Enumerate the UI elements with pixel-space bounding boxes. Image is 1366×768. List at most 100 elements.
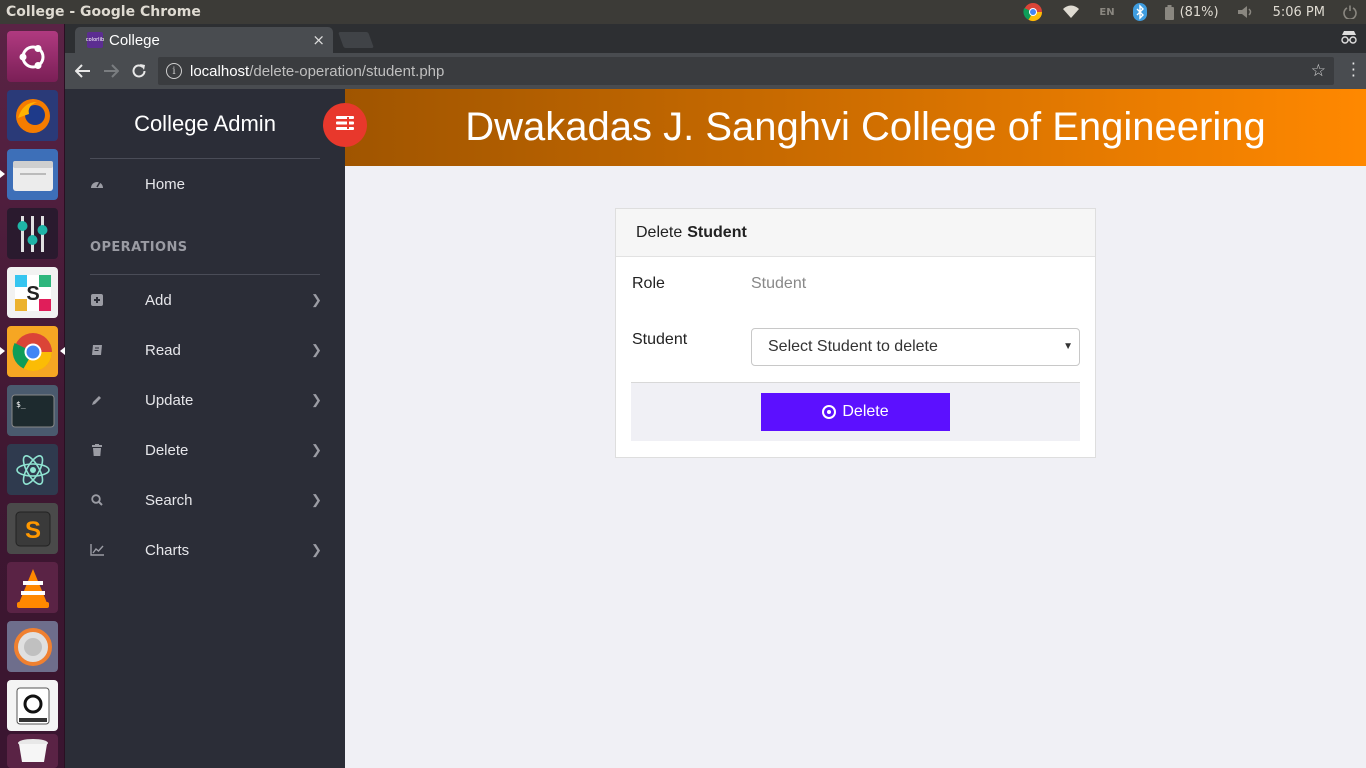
url-path: /delete-operation/student.php — [249, 62, 445, 80]
role-label: Role — [632, 275, 665, 292]
back-arrow-icon — [75, 64, 90, 78]
sidebar-section-title: OPERATIONS — [90, 240, 188, 255]
chrome-indicator-icon[interactable] — [1014, 0, 1052, 24]
forward-button[interactable] — [97, 57, 125, 85]
student-label: Student — [632, 331, 688, 348]
sidebar-toggle-button[interactable] — [323, 103, 367, 147]
chevron-right-icon: ❯ — [311, 342, 322, 357]
sidebar-divider — [90, 158, 320, 159]
trash-icon[interactable] — [7, 734, 58, 768]
sidebar-item-label: Add — [145, 291, 172, 309]
brand-title[interactable]: College Admin — [65, 111, 345, 137]
pencil-icon — [89, 392, 105, 408]
delete-student-card: Delete Student Role Student Student Sele… — [615, 208, 1096, 458]
address-url[interactable]: localhost/delete-operation/student.php — [190, 63, 444, 80]
chevron-right-icon: ❯ — [311, 442, 322, 457]
trash-icon — [89, 442, 105, 458]
book-icon — [89, 342, 105, 358]
slack-icon[interactable]: S — [7, 267, 58, 318]
window-title: College - Google Chrome — [6, 4, 201, 20]
browser-tab-strip: colorlib College × — [65, 24, 1366, 53]
dropdown-caret-icon: ▼ — [1063, 341, 1073, 352]
sidebar: College Admin Home OPERATIONS Add ❯ Read… — [65, 89, 345, 768]
vlc-icon[interactable] — [7, 562, 58, 613]
battery-percent: (81%) — [1179, 4, 1219, 20]
disk-icon[interactable] — [7, 680, 58, 731]
delete-button[interactable]: Delete — [761, 393, 950, 431]
bookmark-star-icon[interactable]: ☆ — [1311, 61, 1326, 81]
dashboard-icon — [89, 176, 105, 192]
page-viewport: College Admin Home OPERATIONS Add ❯ Read… — [65, 89, 1366, 768]
clock[interactable]: 5:06 PM — [1264, 0, 1334, 24]
reload-button[interactable] — [125, 57, 153, 85]
sidebar-item-read[interactable]: Read ❯ — [65, 330, 345, 370]
card-header: Delete Student — [616, 209, 1095, 257]
student-select[interactable]: Select Student to delete ▼ — [751, 328, 1080, 366]
unity-launcher: S $_ S — [0, 24, 65, 768]
tab-close-icon[interactable]: × — [312, 31, 325, 49]
card-footer: Delete — [631, 382, 1080, 441]
sidebar-item-label: Update — [145, 391, 194, 409]
page-title: Dwakadas J. Sanghvi College of Engineeri… — [465, 105, 1266, 149]
address-bar[interactable]: i localhost/delete-operation/student.php… — [158, 57, 1334, 85]
chevron-right-icon: ❯ — [311, 542, 322, 557]
sidebar-item-update[interactable]: Update ❯ — [65, 380, 345, 420]
line-chart-icon — [89, 542, 105, 558]
os-top-panel: College - Google Chrome EN (81%) 5:06 PM — [0, 0, 1366, 24]
sidebar-item-delete[interactable]: Delete ❯ — [65, 430, 345, 470]
chevron-right-icon: ❯ — [311, 292, 322, 307]
sidebar-item-label: Charts — [145, 541, 190, 559]
sidebar-item-search[interactable]: Search ❯ — [65, 480, 345, 520]
chrome-icon[interactable] — [0, 326, 65, 377]
battery-indicator[interactable]: (81%) — [1156, 0, 1228, 24]
search-icon — [89, 492, 105, 508]
forward-arrow-icon — [104, 64, 119, 78]
incognito-icon — [1340, 28, 1358, 50]
tab-favicon: colorlib — [86, 32, 104, 48]
dot-circle-icon — [822, 405, 837, 419]
sidebar-item-home[interactable]: Home — [65, 164, 345, 204]
sidebar-item-charts[interactable]: Charts ❯ — [65, 530, 345, 570]
indicator-area: EN (81%) 5:06 PM — [1014, 0, 1366, 24]
sidebar-item-add[interactable]: Add ❯ — [65, 280, 345, 320]
sidebar-item-label: Search — [145, 491, 193, 509]
settings-icon[interactable] — [7, 208, 58, 259]
new-tab-button[interactable] — [338, 32, 374, 48]
files-icon[interactable] — [0, 149, 58, 200]
sidebar-item-label: Home — [145, 175, 186, 193]
browser-toolbar: i localhost/delete-operation/student.php… — [65, 53, 1366, 89]
sublime-text-icon[interactable]: S — [7, 503, 58, 554]
volume-icon[interactable] — [1228, 0, 1264, 24]
svg-text:S: S — [24, 517, 40, 544]
card-header-prefix: Delete — [636, 223, 683, 241]
back-button[interactable] — [69, 57, 97, 85]
site-info-icon[interactable]: i — [166, 63, 182, 79]
chevron-right-icon: ❯ — [311, 492, 322, 507]
bluetooth-icon[interactable] — [1124, 0, 1156, 24]
keyboard-layout-icon[interactable]: EN — [1090, 0, 1123, 24]
terminal-icon[interactable]: $_ — [7, 385, 58, 436]
svg-text:S: S — [26, 283, 39, 305]
student-select-value: Select Student to delete — [768, 338, 938, 355]
delete-button-label: Delete — [842, 403, 889, 420]
reload-icon — [132, 64, 146, 78]
chevron-right-icon: ❯ — [311, 392, 322, 407]
plus-square-icon — [89, 292, 105, 308]
power-icon[interactable] — [1334, 0, 1366, 24]
sidebar-item-label: Delete — [145, 441, 189, 459]
browser-menu-icon[interactable]: · · · — [1351, 56, 1356, 84]
software-updater-icon[interactable] — [7, 621, 58, 672]
sidebar-divider — [90, 274, 320, 275]
wifi-icon[interactable] — [1052, 0, 1090, 24]
tab-college[interactable]: colorlib College × — [75, 27, 333, 53]
sidebar-item-label: Read — [145, 341, 181, 359]
atom-icon[interactable] — [7, 444, 58, 495]
role-value: Student — [751, 275, 807, 292]
svg-text:$_: $_ — [16, 400, 26, 409]
firefox-icon[interactable] — [7, 90, 58, 141]
url-host: localhost — [190, 62, 250, 80]
card-header-bold: Student — [687, 223, 747, 241]
header-banner: Dwakadas J. Sanghvi College of Engineeri… — [345, 89, 1366, 166]
menu-toggle-icon — [335, 115, 355, 135]
ubuntu-dash-icon[interactable] — [7, 31, 58, 82]
